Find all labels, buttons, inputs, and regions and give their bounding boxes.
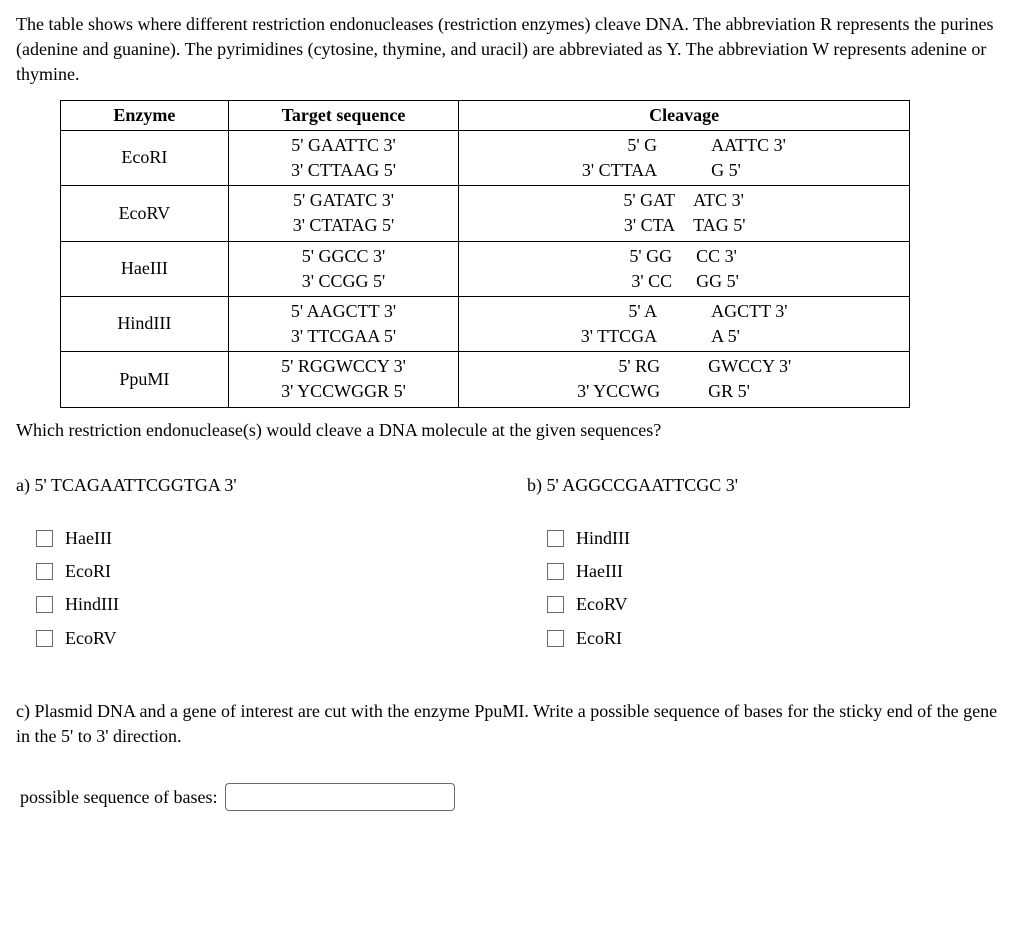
checkbox-option: EcoRV [547, 592, 1008, 617]
checkbox-option: EcoRI [36, 559, 497, 584]
intro-text: The table shows where different restrict… [16, 12, 1008, 88]
question-text: Which restriction endonuclease(s) would … [16, 418, 1008, 443]
part-a-label: a) 5' TCAGAATTCGGTGA 3' [16, 473, 497, 498]
b-checkbox-hindiii[interactable] [547, 530, 564, 547]
b-checkbox-ecori[interactable] [547, 630, 564, 647]
checkbox-option: HindIII [36, 592, 497, 617]
target-cell: 5' RGGWCCY 3'3' YCCWGGR 5' [228, 352, 459, 407]
b-checkbox-ecorv[interactable] [547, 596, 564, 613]
table-row: EcoRV5' GATATC 3'3' CTATAG 5'5' GATATC 3… [61, 186, 910, 241]
part-c-text: c) Plasmid DNA and a gene of interest ar… [16, 699, 1008, 749]
enzyme-cell: EcoRI [61, 130, 229, 185]
cleavage-cell: 5' GAATTC 3'3' CTTAAG 5' [459, 130, 910, 185]
th-target: Target sequence [228, 100, 459, 130]
table-row: PpuMI5' RGGWCCY 3'3' YCCWGGR 5'5' RGGWCC… [61, 352, 910, 407]
option-label: HaeIII [576, 559, 623, 584]
part-b: b) 5' AGGCCGAATTCGC 3' HindIII HaeIII EcoR… [527, 473, 1008, 659]
a-checkbox-hindiii[interactable] [36, 596, 53, 613]
option-label: HindIII [65, 592, 119, 617]
checkbox-option: EcoRI [547, 626, 1008, 651]
target-cell: 5' AAGCTT 3'3' TTCGAA 5' [228, 296, 459, 351]
table-row: EcoRI5' GAATTC 3'3' CTTAAG 5'5' GAATTC 3… [61, 130, 910, 185]
option-label: HindIII [576, 526, 630, 551]
checkbox-option: HaeIII [547, 559, 1008, 584]
a-checkbox-haeiii[interactable] [36, 530, 53, 547]
sequence-input[interactable] [225, 783, 455, 811]
enzyme-table: Enzyme Target sequence Cleavage EcoRI5' … [60, 100, 910, 408]
part-b-label: b) 5' AGGCCGAATTCGC 3' [527, 473, 1008, 498]
part-a: a) 5' TCAGAATTCGGTGA 3' HaeIII EcoRI HindI… [16, 473, 497, 659]
cleavage-cell: 5' GATATC 3'3' CTATAG 5' [459, 186, 910, 241]
a-checkbox-ecorv[interactable] [36, 630, 53, 647]
option-label: HaeIII [65, 526, 112, 551]
target-cell: 5' GGCC 3'3' CCGG 5' [228, 241, 459, 296]
enzyme-cell: PpuMI [61, 352, 229, 407]
table-row: HindIII5' AAGCTT 3'3' TTCGAA 5'5' AAGCTT… [61, 296, 910, 351]
checkbox-option: HindIII [547, 526, 1008, 551]
option-label: EcoRV [576, 592, 628, 617]
cleavage-cell: 5' AAGCTT 3'3' TTCGAA 5' [459, 296, 910, 351]
option-label: EcoRI [576, 626, 622, 651]
checkbox-option: EcoRV [36, 626, 497, 651]
table-row: HaeIII5' GGCC 3'3' CCGG 5'5' GGCC 3'3' C… [61, 241, 910, 296]
a-checkbox-ecori[interactable] [36, 563, 53, 580]
enzyme-cell: HaeIII [61, 241, 229, 296]
b-checkbox-haeiii[interactable] [547, 563, 564, 580]
target-cell: 5' GAATTC 3'3' CTTAAG 5' [228, 130, 459, 185]
cleavage-cell: 5' GGCC 3'3' CCGG 5' [459, 241, 910, 296]
option-label: EcoRI [65, 559, 111, 584]
answer-label: possible sequence of bases: [20, 785, 217, 810]
target-cell: 5' GATATC 3'3' CTATAG 5' [228, 186, 459, 241]
th-cleavage: Cleavage [459, 100, 910, 130]
cleavage-cell: 5' RGGWCCY 3'3' YCCWGGR 5' [459, 352, 910, 407]
option-label: EcoRV [65, 626, 117, 651]
checkbox-option: HaeIII [36, 526, 497, 551]
enzyme-cell: HindIII [61, 296, 229, 351]
enzyme-cell: EcoRV [61, 186, 229, 241]
th-enzyme: Enzyme [61, 100, 229, 130]
